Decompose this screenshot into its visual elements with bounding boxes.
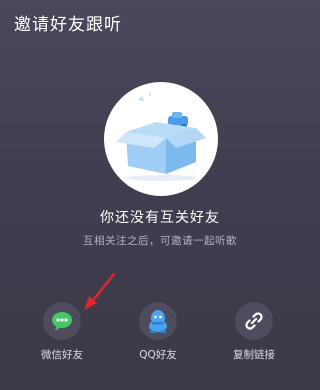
qq-icon: [149, 310, 167, 333]
dialog-title: 邀请好友跟听: [14, 15, 122, 35]
empty-state-title: 你还没有互关好友: [100, 210, 220, 226]
invite-dialog: 邀请好友跟听 你还没有互关好友 互相关注之后，可邀请一起听歌 微信好友 QQ好友…: [0, 0, 320, 390]
share-qq-option[interactable]: QQ好友: [118, 302, 198, 362]
qq-label: QQ好友: [139, 349, 177, 361]
empty-state-subtitle: 互相关注之后，可邀请一起听歌: [83, 235, 237, 247]
wechat-icon: [52, 312, 72, 331]
copy-link-label: 复制链接: [233, 349, 275, 361]
wechat-label: 微信好友: [41, 349, 83, 361]
link-icon: [245, 312, 263, 330]
copy-link-button[interactable]: [235, 302, 273, 340]
wechat-button[interactable]: [43, 302, 81, 340]
qq-button[interactable]: [139, 302, 177, 340]
share-wechat-option[interactable]: 微信好友: [22, 302, 102, 362]
empty-box-illustration: [104, 82, 218, 196]
share-copy-link-option[interactable]: 复制链接: [214, 302, 294, 362]
